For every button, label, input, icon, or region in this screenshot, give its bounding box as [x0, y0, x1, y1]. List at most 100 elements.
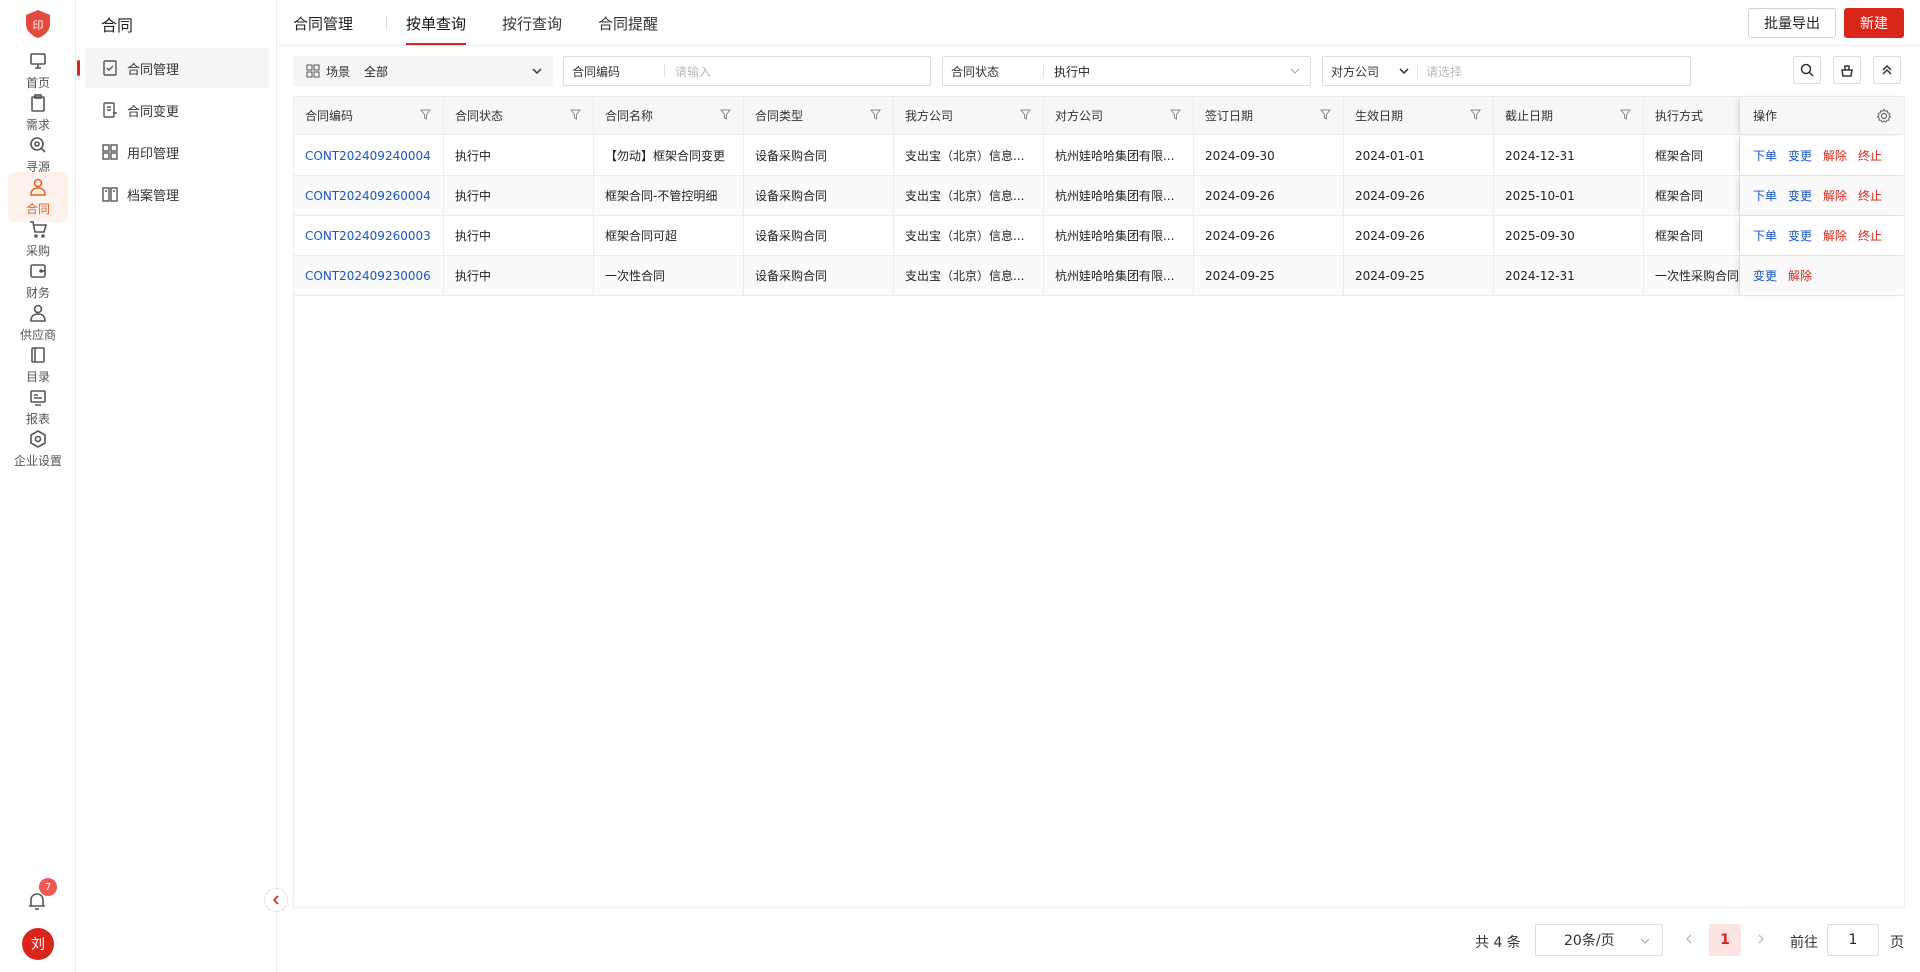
clear-button[interactable] — [1833, 56, 1861, 84]
cell-text: 设备采购合同 — [755, 229, 828, 243]
cell-text: 支出宝（北京）信息... — [905, 189, 1025, 203]
user-avatar[interactable]: 刘 — [22, 928, 54, 960]
column-header-label: 合同编码 — [305, 109, 354, 123]
table-cell-our: 支出宝（北京）信息... — [894, 216, 1044, 255]
row-action-button[interactable]: 下单 — [1753, 227, 1777, 244]
table-cell-sign: 2024-09-30 — [1194, 136, 1344, 175]
table-cell-code[interactable]: CONT202409240004 — [294, 136, 444, 175]
filter-icon[interactable] — [1470, 109, 1481, 120]
cell-text: 一次性合同 — [605, 269, 666, 283]
table-row[interactable]: CONT202409260003 执行中 框架合同可超 设备采购合同 支出宝（北京）信息… — [294, 216, 1904, 256]
search-icon — [1800, 63, 1814, 77]
column-header[interactable]: 截止日期 — [1494, 97, 1644, 134]
filter-icon[interactable] — [720, 109, 731, 120]
table-cell-type: 设备采购合同 — [744, 136, 894, 175]
tab-order-query[interactable]: 按单查询 — [406, 13, 467, 45]
table-cell-party: 杭州娃哈哈集团有限... — [1044, 176, 1194, 215]
column-header[interactable]: 我方公司 — [894, 97, 1044, 134]
contract-code-link[interactable]: CONT202409260003 — [305, 229, 431, 243]
document-edit-icon — [103, 60, 117, 76]
sidebar-item-archive-management[interactable]: 档案管理 — [85, 174, 269, 214]
scene-select[interactable]: 场景 全部 — [293, 56, 553, 86]
filter-icon[interactable] — [1620, 109, 1631, 120]
table-cell-code[interactable]: CONT202409230006 — [294, 256, 444, 295]
contract-status-select[interactable]: 合同状态 执行中 — [942, 56, 1311, 86]
page-suffix: 页 — [1890, 935, 1904, 951]
counterparty-placeholder: 请选择 — [1426, 64, 1463, 79]
cell-text: 2024-09-25 — [1355, 268, 1425, 283]
column-header[interactable]: 执行方式 — [1644, 97, 1740, 134]
row-action-button[interactable]: 终止 — [1858, 227, 1882, 244]
column-header-label: 对方公司 — [1055, 109, 1104, 123]
row-action-button[interactable]: 下单 — [1753, 187, 1777, 204]
column-header[interactable]: 签订日期 — [1194, 97, 1344, 134]
goto-label: 前往 — [1790, 935, 1818, 951]
table-row[interactable]: CONT202409230006 执行中 一次性合同 设备采购合同 支出宝（北京）信息.… — [294, 256, 1904, 296]
filter-icon[interactable] — [870, 109, 881, 120]
column-header[interactable]: 生效日期 — [1344, 97, 1494, 134]
row-action-button[interactable]: 终止 — [1858, 187, 1882, 204]
column-header[interactable]: 合同名称 — [594, 97, 744, 134]
row-action-button[interactable]: 终止 — [1858, 147, 1882, 164]
sidebar-item-seal-management[interactable]: 用印管理 — [85, 132, 269, 172]
filter-icon[interactable] — [1320, 109, 1331, 120]
cell-text: 2025-10-01 — [1505, 188, 1575, 203]
new-button[interactable]: 新建 — [1844, 8, 1904, 38]
batch-export-button[interactable]: 批量导出 — [1748, 8, 1836, 38]
row-action-button[interactable]: 解除 — [1823, 227, 1847, 244]
goto-page-input[interactable] — [1827, 924, 1879, 956]
cell-text: 【勿动】框架合同变更 — [605, 149, 726, 163]
table-cell-end: 2024-12-31 — [1494, 256, 1644, 295]
contract-code-link[interactable]: CONT202409260004 — [305, 189, 431, 203]
filter-icon[interactable] — [420, 109, 431, 120]
column-header[interactable]: 对方公司 — [1044, 97, 1194, 134]
table-cell-status: 执行中 — [444, 136, 594, 175]
rail-item-enterprise-settings[interactable]: 企业设置 — [8, 424, 68, 474]
table-row[interactable]: CONT202409260004 执行中 框架合同-不管控明细 设备采购合同 支出宝（北… — [294, 176, 1904, 216]
column-header[interactable]: 合同状态 — [444, 97, 594, 134]
row-actions: 下单 变更 解除 终止 — [1740, 216, 1904, 255]
prev-page-icon[interactable] — [1682, 932, 1696, 946]
table-cell-code[interactable]: CONT202409260004 — [294, 176, 444, 215]
counterparty-select[interactable]: 对方公司 请选择 — [1322, 56, 1691, 86]
total-count: 共 4 条 — [1475, 935, 1521, 951]
search-button[interactable] — [1793, 56, 1821, 84]
contract-code-link[interactable]: CONT202409240004 — [305, 149, 431, 163]
chevron-down-icon — [1290, 68, 1300, 74]
chevron-down-icon — [532, 68, 542, 75]
filter-icon[interactable] — [570, 109, 581, 120]
column-header-label: 签订日期 — [1205, 109, 1254, 123]
next-page-icon[interactable] — [1754, 932, 1768, 946]
row-action-button[interactable]: 解除 — [1823, 187, 1847, 204]
row-action-button[interactable]: 下单 — [1753, 147, 1777, 164]
rail-item-label: 企业设置 — [13, 454, 62, 468]
column-header-label: 我方公司 — [905, 109, 954, 123]
page-number-current[interactable]: 1 — [1709, 924, 1741, 956]
table-row[interactable]: CONT202409240004 执行中 【勿动】框架合同变更 设备采购合同 支出宝（北… — [294, 136, 1904, 176]
row-action-button[interactable]: 变更 — [1753, 267, 1777, 284]
contract-code-field[interactable]: 合同编码 请输入 — [563, 56, 931, 86]
cell-text: 支出宝（北京）信息... — [905, 269, 1025, 283]
contract-code-link[interactable]: CONT202409230006 — [305, 269, 431, 283]
page-size-select[interactable]: 20条/页 — [1535, 924, 1663, 956]
table-cell-party: 杭州娃哈哈集团有限... — [1044, 136, 1194, 175]
row-action-button[interactable]: 变更 — [1788, 187, 1812, 204]
tab-contract-reminder[interactable]: 合同提醒 — [598, 13, 658, 34]
filter-icon[interactable] — [1170, 109, 1181, 120]
row-action-button[interactable]: 变更 — [1788, 227, 1812, 244]
tab-line-query[interactable]: 按行查询 — [502, 13, 562, 34]
brand-logo-icon[interactable]: 印 — [22, 8, 54, 40]
column-header[interactable]: 合同编码 — [294, 97, 444, 134]
row-action-button[interactable]: 解除 — [1788, 267, 1812, 284]
filter-icon[interactable] — [1020, 109, 1031, 120]
collapse-filters-button[interactable] — [1873, 56, 1901, 84]
row-action-button[interactable]: 解除 — [1823, 147, 1847, 164]
row-action-button[interactable]: 变更 — [1788, 147, 1812, 164]
table-cell-code[interactable]: CONT202409260003 — [294, 216, 444, 255]
sidebar-item-contract-management[interactable]: 合同管理 — [77, 48, 269, 88]
sidebar-collapse-button[interactable] — [264, 888, 288, 912]
gear-icon[interactable] — [1876, 108, 1892, 124]
ops-header-label: 操作 — [1753, 109, 1778, 123]
column-header[interactable]: 合同类型 — [744, 97, 894, 134]
sidebar-item-contract-change[interactable]: 合同变更 — [85, 90, 269, 130]
